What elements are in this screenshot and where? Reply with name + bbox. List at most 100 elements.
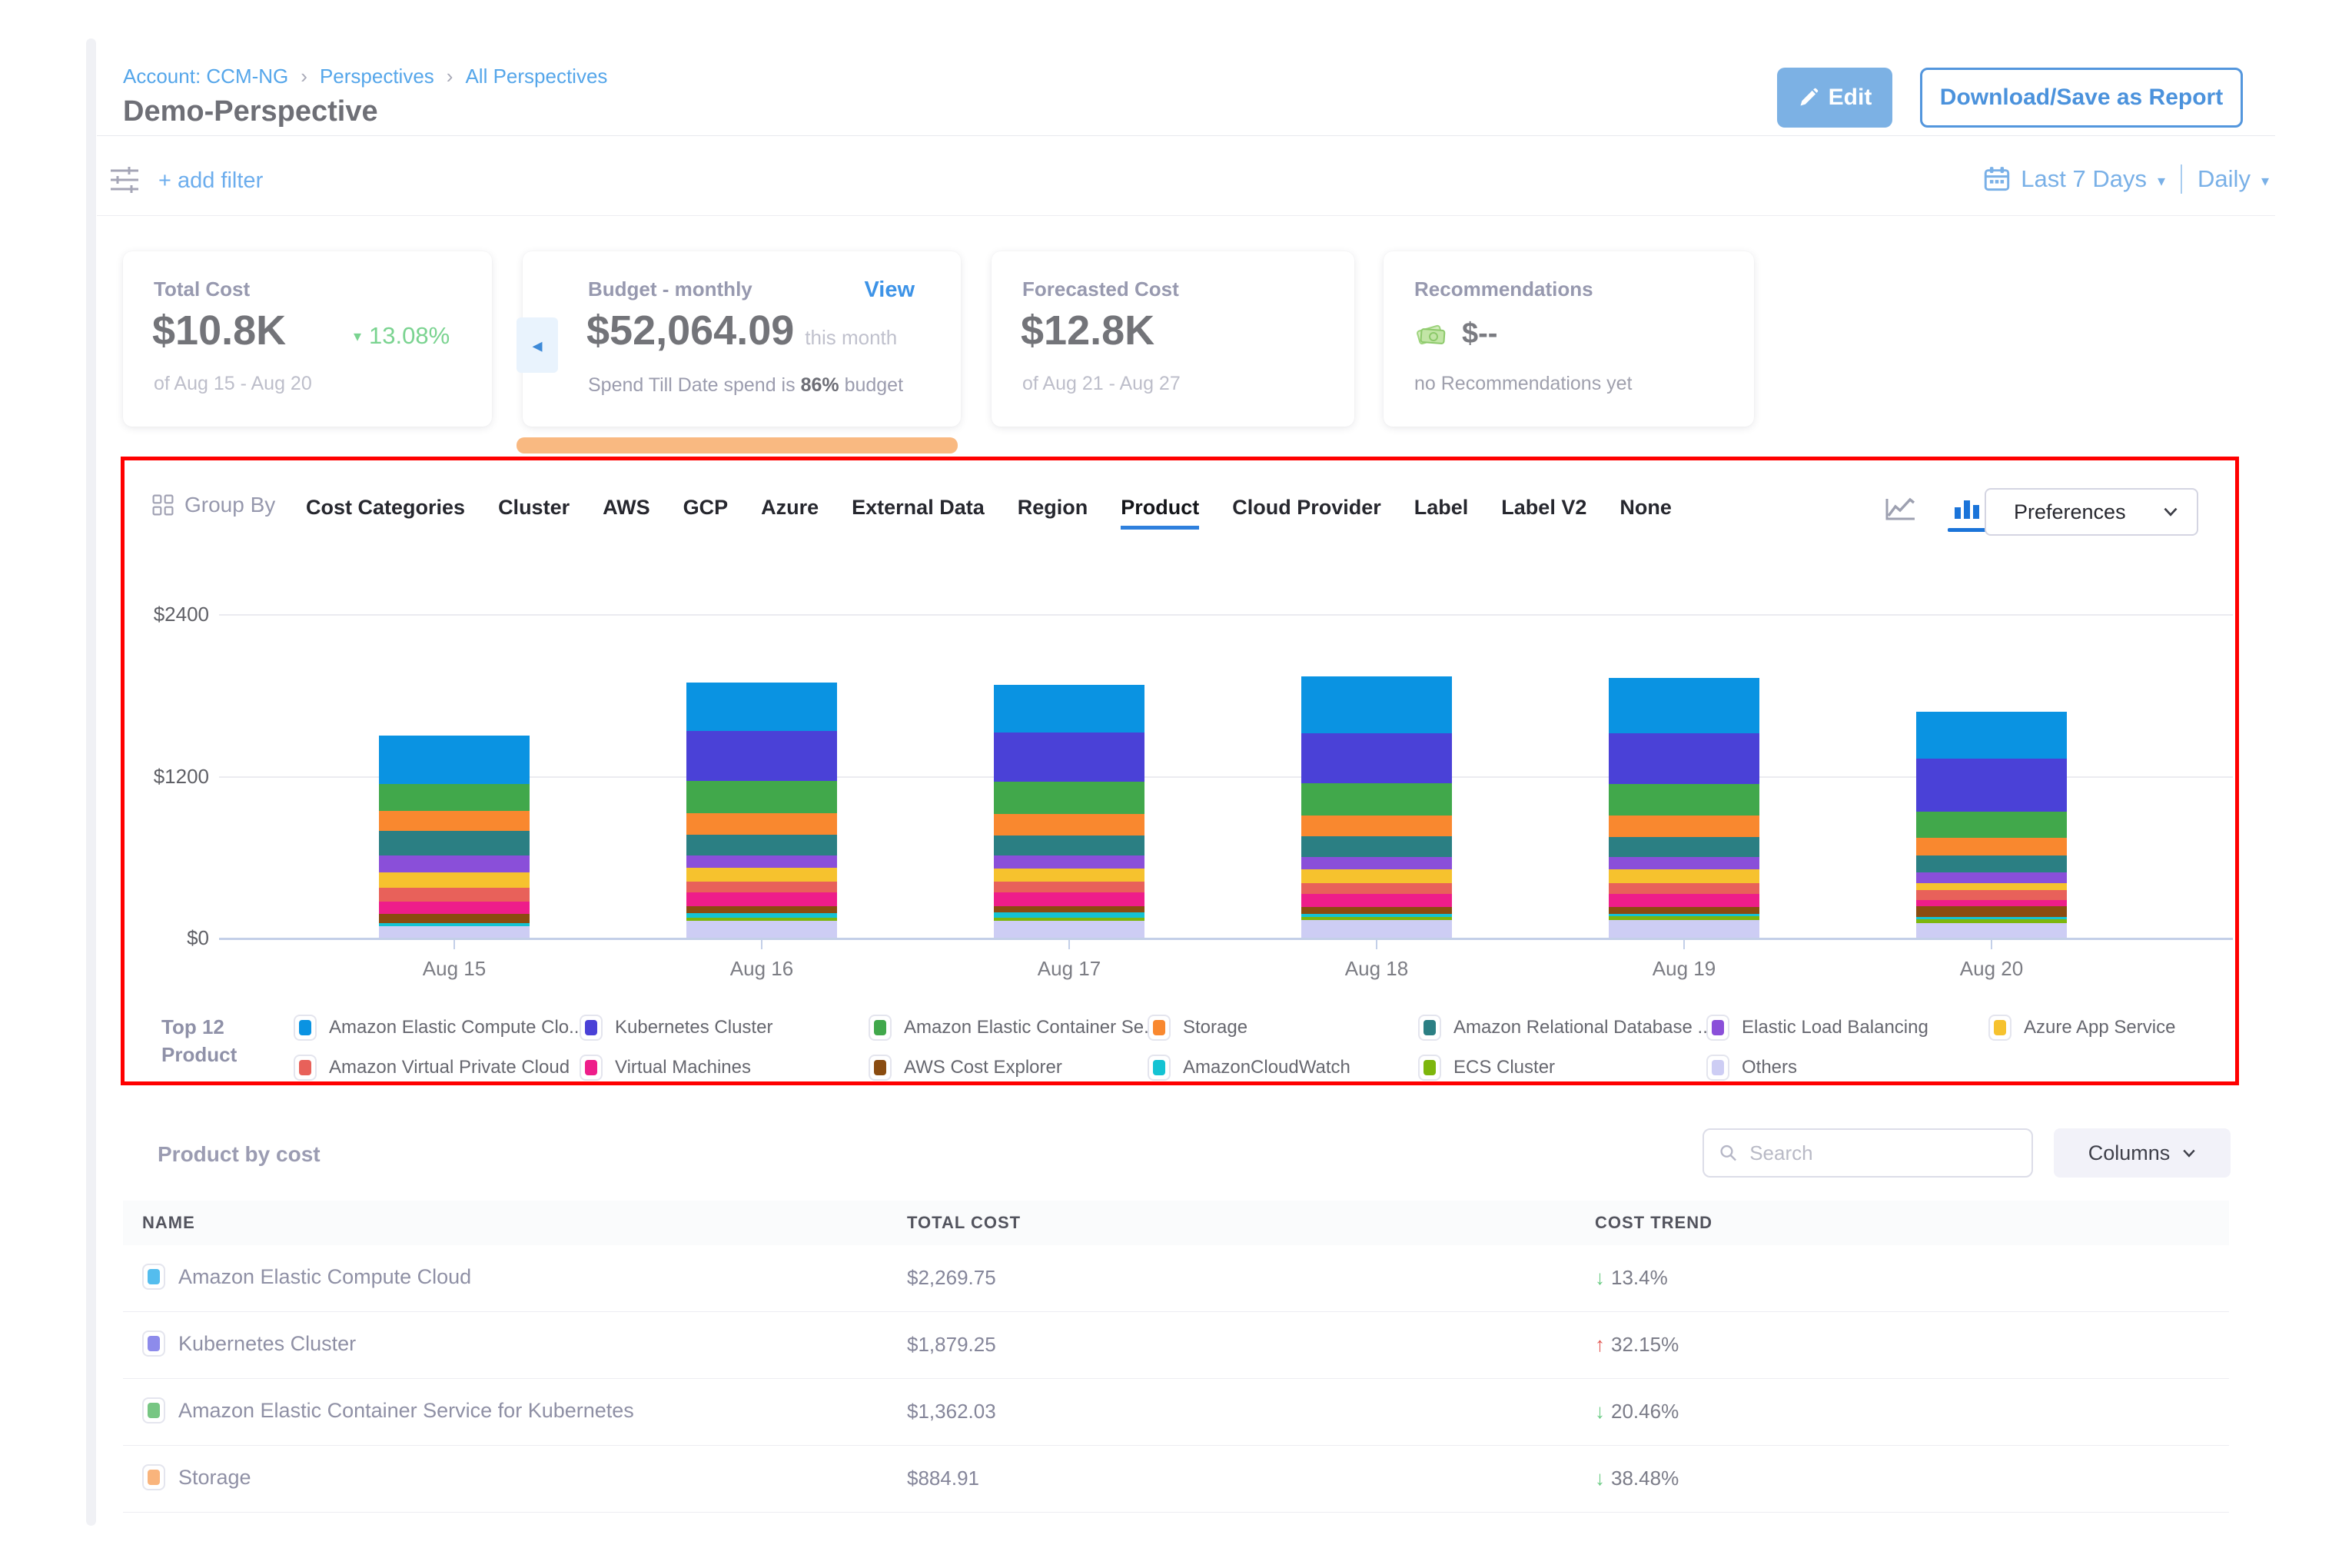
bar-segment-others[interactable] <box>1609 920 1759 938</box>
bar-segment-azure-app-service[interactable] <box>686 868 837 882</box>
column-header-cost-trend[interactable]: COST TREND <box>1595 1213 1713 1233</box>
group-by-tab-aws[interactable]: AWS <box>603 496 650 530</box>
bar-segment-elastic-load-balancing[interactable] <box>994 855 1144 868</box>
bar-segment-kubernetes-cluster[interactable] <box>1301 733 1452 783</box>
bar-segment-elastic-load-balancing[interactable] <box>379 855 530 873</box>
bar-segment-amazon-relational-database-service[interactable] <box>1916 855 2067 872</box>
table-row-storage[interactable]: Storage$884.91↓38.48% <box>123 1446 2229 1513</box>
bar-segment-amazon-elastic-compute-cloud[interactable] <box>1301 676 1452 733</box>
group-by-tab-label-v2[interactable]: Label V2 <box>1501 496 1586 530</box>
breadcrumb-perspectives-link[interactable]: Perspectives <box>320 65 434 88</box>
group-by-tab-cluster[interactable]: Cluster <box>498 496 570 530</box>
bar-segment-amazon-virtual-private-cloud[interactable] <box>1609 883 1759 894</box>
column-header-total-cost[interactable]: TOTAL COST <box>907 1213 1021 1233</box>
add-filter-button[interactable]: + add filter <box>158 168 263 194</box>
group-by-tab-none[interactable]: None <box>1619 496 1672 530</box>
bar-segment-others[interactable] <box>686 921 837 938</box>
stacked-bar-aug-17[interactable] <box>994 685 1144 938</box>
row-product-name[interactable]: Kubernetes Cluster <box>178 1332 356 1356</box>
bar-segment-kubernetes-cluster[interactable] <box>1916 759 2067 812</box>
bar-segment-amazon-relational-database-service[interactable] <box>994 835 1144 856</box>
download-save-report-button[interactable]: Download/Save as Report <box>1920 68 2243 128</box>
bar-segment-elastic-load-balancing[interactable] <box>1916 872 2067 883</box>
group-by-tab-cost-categories[interactable]: Cost Categories <box>306 496 465 530</box>
bar-segment-others[interactable] <box>994 921 1144 938</box>
bar-segment-azure-app-service[interactable] <box>379 872 530 887</box>
group-by-tab-external-data[interactable]: External Data <box>852 496 985 530</box>
bar-segment-kubernetes-cluster[interactable] <box>1609 733 1759 784</box>
bar-segment-virtual-machines[interactable] <box>686 892 837 906</box>
bar-segment-elastic-load-balancing[interactable] <box>686 855 837 868</box>
bar-segment-others[interactable] <box>379 926 530 938</box>
line-chart-toggle[interactable] <box>1882 496 1920 532</box>
stacked-bar-aug-19[interactable] <box>1609 678 1759 938</box>
bar-segment-amazon-relational-database-service[interactable] <box>1301 836 1452 857</box>
bar-segment-storage[interactable] <box>1301 816 1452 836</box>
bar-segment-elastic-load-balancing[interactable] <box>1301 857 1452 869</box>
breadcrumb-all-perspectives-link[interactable]: All Perspectives <box>465 65 607 88</box>
bar-segment-amazon-virtual-private-cloud[interactable] <box>994 882 1144 892</box>
bar-segment-others[interactable] <box>1301 920 1452 938</box>
stacked-bar-aug-20[interactable] <box>1916 712 2067 938</box>
bar-segment-azure-app-service[interactable] <box>1916 883 2067 891</box>
stacked-bar-aug-18[interactable] <box>1301 676 1452 938</box>
group-by-tab-label[interactable]: Label <box>1414 496 1469 530</box>
bar-segment-amazon-elastic-container-service-for-kubernetes[interactable] <box>994 782 1144 814</box>
granularity-caret-icon[interactable]: ▾ <box>2261 168 2269 191</box>
filter-sliders-icon[interactable] <box>108 164 141 195</box>
table-row-kubernetes-cluster[interactable]: Kubernetes Cluster$1,879.25↑32.15% <box>123 1312 2229 1379</box>
bar-segment-storage[interactable] <box>1916 838 2067 855</box>
row-product-name[interactable]: Amazon Elastic Container Service for Kub… <box>178 1399 634 1423</box>
bar-segment-virtual-machines[interactable] <box>994 892 1144 905</box>
bar-segment-amazon-virtual-private-cloud[interactable] <box>686 882 837 892</box>
bar-segment-aws-cost-explorer[interactable] <box>379 914 530 923</box>
columns-dropdown-button[interactable]: Columns <box>2054 1128 2231 1178</box>
bar-segment-amazon-elastic-container-service-for-kubernetes[interactable] <box>1301 783 1452 816</box>
bar-segment-amazon-elastic-compute-cloud[interactable] <box>1916 712 2067 759</box>
bar-segment-amazon-relational-database-service[interactable] <box>1609 837 1759 858</box>
bar-segment-virtual-machines[interactable] <box>379 902 530 914</box>
table-row-amazon-elastic-compute-cloud[interactable]: Amazon Elastic Compute Cloud$2,269.75↓13… <box>123 1245 2229 1312</box>
budget-view-link[interactable]: View <box>864 277 915 303</box>
bar-segment-storage[interactable] <box>1609 816 1759 836</box>
bar-segment-azure-app-service[interactable] <box>994 869 1144 882</box>
date-range-caret-icon[interactable]: ▾ <box>2158 168 2165 191</box>
bar-segment-amazon-virtual-private-cloud[interactable] <box>379 888 530 902</box>
breadcrumb-account-link[interactable]: Account: CCM-NG <box>123 65 288 88</box>
bar-segment-virtual-machines[interactable] <box>1916 900 2067 906</box>
bar-chart-toggle[interactable] <box>1948 496 1986 532</box>
bar-segment-amazon-elastic-compute-cloud[interactable] <box>994 685 1144 733</box>
bar-segment-kubernetes-cluster[interactable] <box>686 731 837 781</box>
date-range-selector[interactable]: Last 7 Days <box>2021 165 2147 193</box>
row-product-name[interactable]: Storage <box>178 1466 251 1490</box>
column-header-name[interactable]: NAME <box>142 1213 195 1233</box>
bar-segment-amazon-elastic-compute-cloud[interactable] <box>379 736 530 784</box>
bar-segment-amazon-elastic-compute-cloud[interactable] <box>1609 678 1759 733</box>
stacked-bar-aug-15[interactable] <box>379 736 530 938</box>
bar-segment-amazon-elastic-container-service-for-kubernetes[interactable] <box>1609 784 1759 816</box>
bar-segment-amazon-virtual-private-cloud[interactable] <box>1301 883 1452 895</box>
group-by-tab-region[interactable]: Region <box>1018 496 1088 530</box>
bar-segment-virtual-machines[interactable] <box>1609 894 1759 907</box>
bar-segment-storage[interactable] <box>994 814 1144 835</box>
bar-segment-others[interactable] <box>1916 923 2067 938</box>
table-row-amazon-elastic-container-service-for-kubernetes[interactable]: Amazon Elastic Container Service for Kub… <box>123 1379 2229 1446</box>
bar-segment-azure-app-service[interactable] <box>1301 869 1452 883</box>
bar-segment-amazon-elastic-container-service-for-kubernetes[interactable] <box>379 784 530 811</box>
bar-segment-aws-cost-explorer[interactable] <box>994 906 1144 913</box>
bar-segment-amazon-relational-database-service[interactable] <box>379 831 530 855</box>
edit-button[interactable]: Edit <box>1777 68 1892 128</box>
budget-prev-arrow-button[interactable]: ◂ <box>517 317 558 373</box>
group-by-tab-cloud-provider[interactable]: Cloud Provider <box>1232 496 1381 530</box>
bar-segment-storage[interactable] <box>686 813 837 835</box>
bar-segment-amazon-relational-database-service[interactable] <box>686 835 837 855</box>
preferences-dropdown[interactable]: Preferences <box>1985 488 2198 536</box>
bar-segment-aws-cost-explorer[interactable] <box>1916 906 2067 918</box>
bar-segment-storage[interactable] <box>379 811 530 831</box>
row-product-name[interactable]: Amazon Elastic Compute Cloud <box>178 1265 471 1289</box>
bar-segment-amazon-elastic-container-service-for-kubernetes[interactable] <box>686 781 837 813</box>
group-by-tab-gcp[interactable]: GCP <box>683 496 729 530</box>
stacked-bar-aug-16[interactable] <box>686 683 837 938</box>
bar-segment-amazon-virtual-private-cloud[interactable] <box>1916 890 2067 900</box>
group-by-tab-azure[interactable]: Azure <box>761 496 819 530</box>
